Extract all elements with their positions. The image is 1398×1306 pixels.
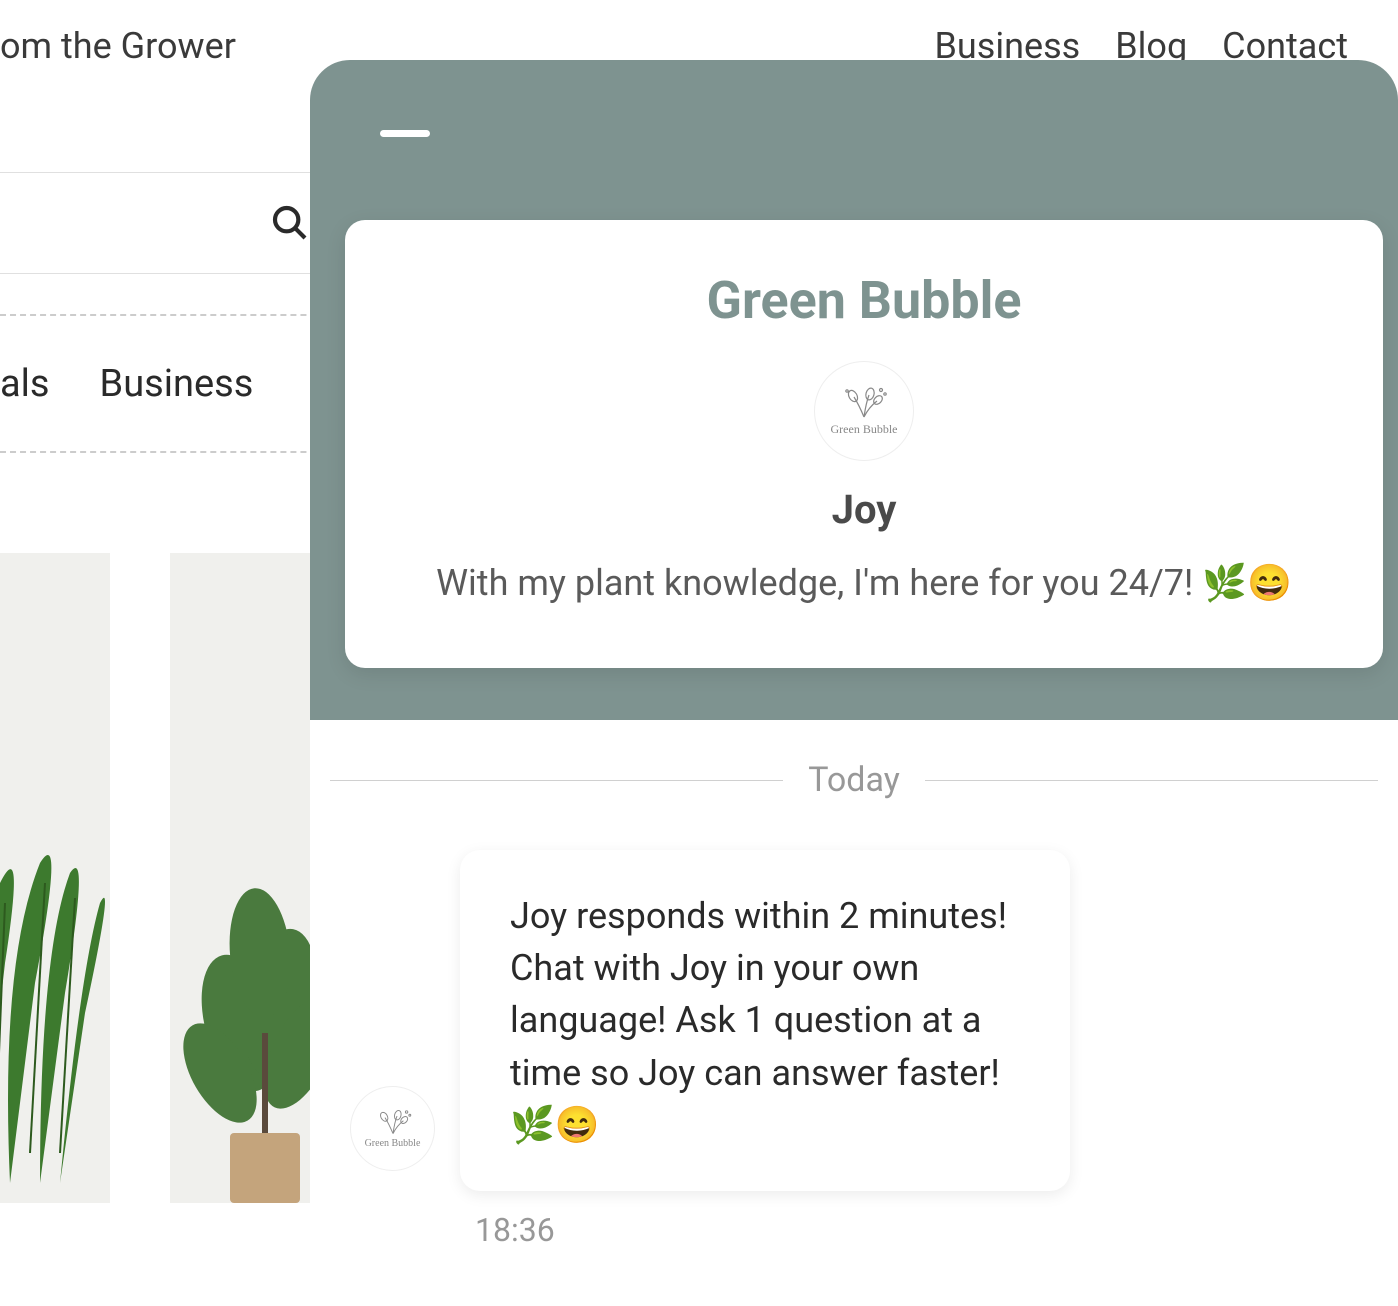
message-avatar: Green Bubble [350,1086,435,1171]
chat-body: Today Green Bubble [310,720,1398,1306]
avatar-brand-text: Green Bubble [365,1138,421,1149]
chat-widget: Green Bubble Green Bubble Joy With my pl… [310,60,1398,1306]
tagline: om the Grower [0,25,236,67]
minimize-icon[interactable] [380,130,430,137]
chat-header-card: Green Bubble Green Bubble Joy With my pl… [345,220,1383,668]
chat-brand-name: Green Bubble [385,270,1343,331]
product-card[interactable] [0,553,110,1203]
plant-logo-icon [373,1108,413,1136]
avatar-brand-text: Green Bubble [831,422,898,437]
search-icon[interactable] [270,203,310,243]
agent-tagline: With my plant knowledge, I'm here for yo… [385,558,1343,608]
agent-avatar: Green Bubble [814,361,914,461]
divider-line [925,780,1378,781]
message-timestamp: 18:36 [475,1211,1378,1249]
divider-line [330,780,783,781]
date-divider: Today [330,760,1378,800]
message-bubble: Joy responds within 2 minutes! Chat with… [460,850,1070,1191]
date-label: Today [808,760,900,800]
plant-image-icon [0,703,110,1203]
message-row: Green Bubble Joy responds within 2 minut… [330,850,1378,1191]
category-item-deals[interactable]: als [0,362,50,406]
agent-name: Joy [385,486,1343,533]
category-item-business[interactable]: Business [100,362,254,406]
plant-logo-icon [839,385,889,420]
